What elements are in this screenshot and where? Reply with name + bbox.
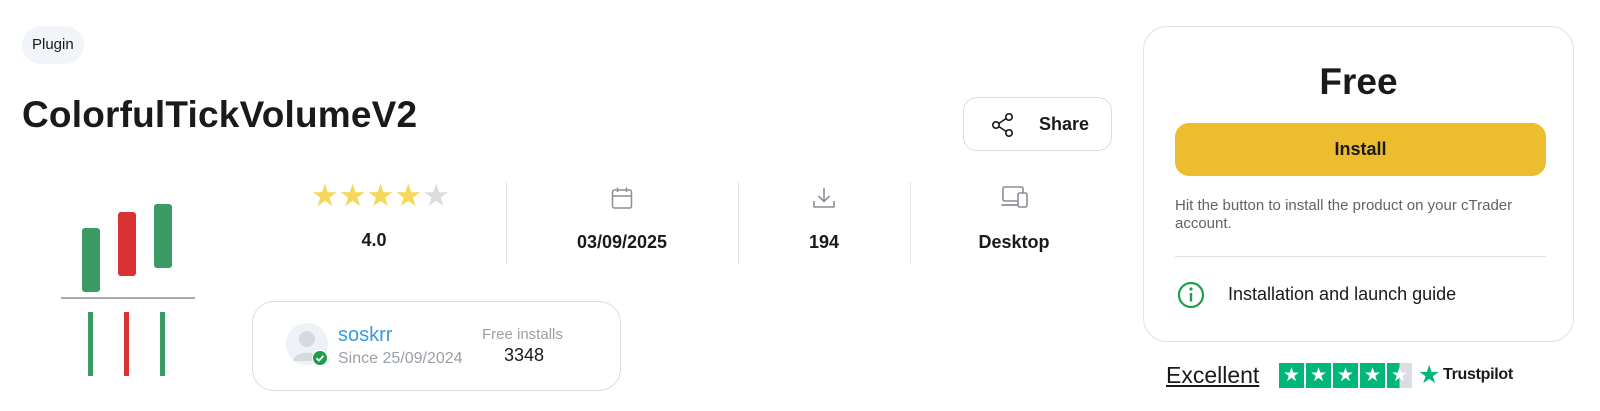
verified-icon [312,350,328,366]
trustpilot-star-icon: ★ [1306,363,1331,388]
trustpilot-widget[interactable]: Excellent ★ ★ ★ ★ ★ ★ Trustpilot [1166,360,1513,390]
free-installs-value: 3348 [504,345,545,365]
share-label: Share [1039,114,1090,134]
devices-icon [1001,186,1028,208]
install-panel: Free Install Hit the button to install t… [1143,26,1574,342]
install-button[interactable]: Install [1175,123,1546,176]
stat-divider [910,182,911,264]
author-name-link[interactable]: soskrr [338,324,392,347]
trustpilot-star-icon: ★ [1387,363,1412,388]
rating-value: 4.0 [361,230,387,250]
date-stat: 03/09/2025 [560,178,684,264]
share-icon [991,112,1014,137]
trustpilot-star-icon: ★ [1360,363,1385,388]
trustpilot-star-icon: ★ [1333,363,1358,388]
price: Free [1319,61,1398,102]
product-logo [61,204,195,376]
author-since: Since 25/09/2024 [338,350,463,367]
date-value: 03/09/2025 [576,232,668,252]
install-hint: Hit the button to install the product on… [1175,197,1513,232]
platform-stat: Desktop [964,178,1064,264]
stat-divider [506,182,507,264]
trustpilot-stars: ★ ★ ★ ★ ★ [1279,363,1412,388]
trustpilot-logo-icon: ★ [1418,361,1441,389]
trustpilot-star-icon: ★ [1279,363,1304,388]
platform-value: Desktop [978,232,1050,252]
avatar[interactable] [286,323,328,366]
stat-divider [738,182,739,264]
free-installs-label: Free installs [482,326,563,343]
downloads-stat: 194 [792,178,856,264]
download-icon [813,188,835,208]
share-button[interactable]: Share [963,97,1112,151]
panel-divider [1175,256,1546,257]
rating-stat: 4.0 [311,178,437,264]
downloads-value: 194 [808,232,840,252]
installation-guide-link[interactable]: Installation and launch guide [1228,284,1456,305]
trustpilot-brand: Trustpilot [1443,366,1513,383]
info-icon [1177,281,1205,309]
author-card: soskrr Since 25/09/2024 Free installs 33… [252,301,621,391]
calendar-icon [611,187,633,209]
product-title: ColorfulTickVolumeV2 [22,94,418,135]
trustpilot-rating-word[interactable]: Excellent [1166,362,1259,389]
category-badge: Plugin [22,26,84,64]
